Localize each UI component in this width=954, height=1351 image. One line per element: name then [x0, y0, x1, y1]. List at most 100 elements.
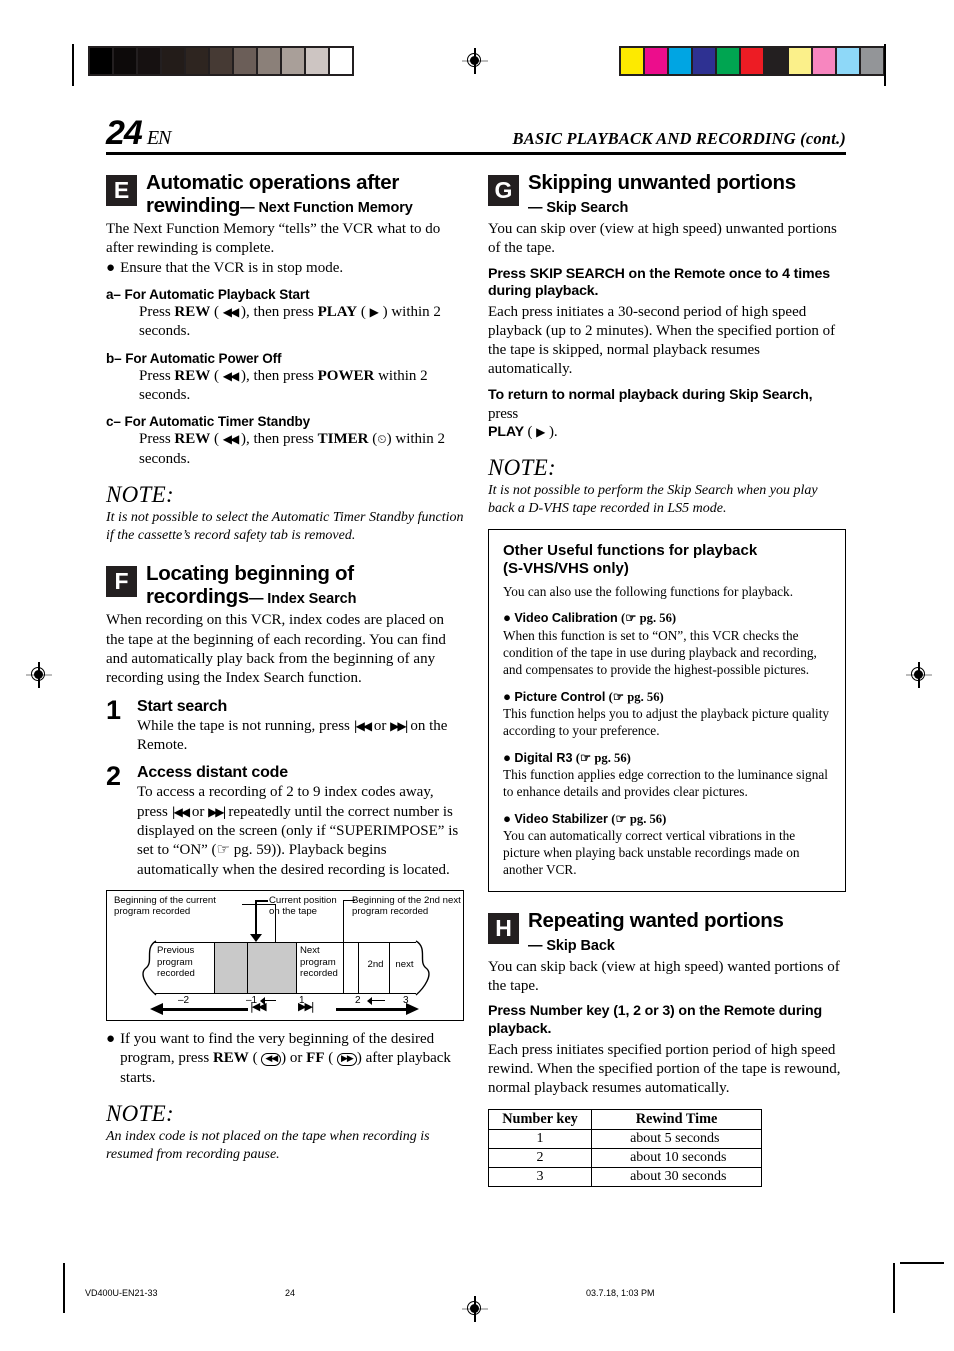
color-patch	[789, 48, 813, 74]
key-rew-c: REW	[174, 431, 211, 448]
framed-item-picture-control: ● Picture Control (☞ pg. 56) This functi…	[503, 688, 832, 740]
gray-patch	[186, 48, 210, 74]
bullet-dot-icon-3: ●	[503, 610, 512, 626]
section-h-body-1: Each press initiates specified portion p…	[488, 1041, 841, 1096]
section-h-title: Repeating wanted portions — Skip Back	[528, 908, 784, 954]
footer-page: 24	[285, 1288, 296, 1298]
ff-key-icon: ▶▶	[336, 1053, 357, 1067]
framed-item-2-name: Digital R3	[514, 750, 573, 765]
skip-fwd-glyph-1: ▶▶|	[390, 718, 408, 733]
item-a-label: a– For Automatic Playback Start	[106, 286, 310, 302]
section-e-bullet: ● Ensure that the VCR is in stop mode.	[106, 259, 464, 278]
section-e-bullet-text: Ensure that the VCR is in stop mode.	[120, 259, 344, 276]
framed-item-3-body: You can automatically correct vertical v…	[503, 827, 800, 878]
framed-item-1-name: Picture Control	[514, 689, 606, 704]
diagram-callout-left: Beginning of the current program recorde…	[114, 895, 216, 917]
gray-patch	[90, 48, 114, 74]
rew-direction-bar	[162, 1008, 248, 1011]
section-h-subtitle: — Skip Back	[528, 937, 615, 954]
section-letter-h: H	[488, 912, 519, 944]
color-patch	[837, 48, 861, 74]
section-h-lead-1: Press Number key (1, 2 or 3) on the Remo…	[488, 1003, 823, 1037]
gray-patch	[282, 48, 306, 74]
item-c-body: Press REW ( ◀◀ ), then press TIMER (⏲) w…	[139, 431, 445, 467]
ff-direction-arrow	[406, 1003, 419, 1016]
framed-item-video-stabilizer: ● Video Stabilizer (☞ pg. 56) You can au…	[503, 810, 832, 879]
section-g-note-body: It is not possible to perform the Skip S…	[488, 482, 818, 517]
col-header-rewind-time: Rewind Time	[591, 1108, 762, 1130]
crop-mark-bottom-right	[893, 1263, 895, 1313]
ff-glyph-label: ▶▶|	[298, 1000, 315, 1014]
step-1-title: Start search	[137, 697, 228, 715]
diagram-canvas: Beginning of the current program recorde…	[114, 895, 461, 1016]
crop-mark-bottom-left	[63, 1263, 65, 1313]
section-g-subtitle: — Skip Search	[528, 199, 629, 216]
section-e-item-a: a– For Automatic Playback Start Press RE…	[106, 287, 464, 342]
framed-item-0-ref: (☞ pg. 56)	[621, 611, 677, 626]
color-patch	[645, 48, 669, 74]
tape-segment-shaded-b	[248, 943, 297, 994]
section-letter-e: E	[106, 175, 137, 206]
framed-item-digital-r3: ● Digital R3 (☞ pg. 56) This function ap…	[503, 749, 832, 801]
grayscale-calibration-strip	[88, 46, 354, 76]
cell-key-3: 3	[487, 1166, 593, 1187]
gray-patch	[210, 48, 234, 74]
footer-timestamp: 03.7.18, 1:03 PM	[586, 1288, 655, 1298]
section-e-note-body: It is not possible to select the Automat…	[106, 510, 464, 544]
section-e-item-c: c– For Automatic Timer Standby Press REW…	[106, 414, 464, 469]
scale-mark-2: 2	[355, 995, 361, 1007]
bullet-dot-icon-2: ●	[106, 1031, 116, 1048]
section-f-note-title: NOTE:	[106, 1101, 174, 1127]
key-play-a: PLAY	[317, 303, 358, 320]
gray-patch	[162, 48, 186, 74]
item-b-label: b– For Automatic Power Off	[106, 350, 282, 366]
color-patch	[621, 48, 645, 74]
section-f-subtitle: — Index Search	[248, 591, 357, 608]
col-header-number-key: Number key	[487, 1108, 593, 1130]
diagram-callout-mid: Current position on the tape	[269, 895, 337, 917]
header-rule	[106, 152, 846, 155]
tape-end-right-icon	[415, 940, 430, 996]
rew-glyph-b: ◀◀	[222, 368, 240, 383]
step-2-title: Access distant code	[137, 764, 288, 782]
step-2-number: 2	[106, 761, 122, 792]
section-g-header: G Skipping unwanted portions — Skip Sear…	[488, 171, 846, 218]
running-head: BASIC PLAYBACK AND RECORDING (cont.)	[512, 129, 846, 148]
section-e-title: Automatic operations after rewinding— Ne…	[146, 171, 413, 217]
play-glyph-a: ▶	[369, 304, 379, 319]
tape-segment-next2: next	[395, 959, 414, 971]
table-header-row: Number key Rewind Time	[487, 1108, 762, 1130]
pointer-minus1-line	[264, 1000, 276, 1002]
gray-patch	[258, 48, 282, 74]
left-column: E Automatic operations after rewinding— …	[106, 171, 464, 1164]
framed-box-intro: You can also use the following functions…	[503, 584, 794, 600]
crop-mark-top-right	[884, 44, 886, 86]
color-patch	[741, 48, 765, 74]
color-patch	[717, 48, 741, 74]
timer-clock-icon: ⏲	[377, 432, 387, 447]
framed-item-3-name: Video Stabilizer	[514, 811, 608, 826]
cell-time-3: about 30 seconds	[591, 1166, 762, 1187]
page-lang-code: EN	[146, 127, 172, 149]
color-patch	[669, 48, 693, 74]
leader-line-mid-h	[255, 900, 268, 902]
tape-segment-previous: Previous program recorded	[154, 943, 215, 994]
step-1-body: While the tape is not running, press |◀◀…	[137, 717, 448, 753]
gray-patch	[330, 48, 352, 74]
footer-doc-code: VD400U-EN21-33	[85, 1288, 158, 1298]
item-a-body: Press REW ( ◀◀ ), then press PLAY ( ▶ ) …	[139, 303, 441, 340]
page-number: 24 EN	[106, 114, 172, 152]
tape-segment-next: Next program recorded	[297, 943, 359, 994]
color-calibration-strip	[619, 46, 885, 76]
section-f-title: Locating beginning of recordings— Index …	[146, 562, 357, 609]
item-c-label: c– For Automatic Timer Standby	[106, 414, 311, 430]
page-header: 24 EN BASIC PLAYBACK AND RECORDING (cont.…	[106, 116, 846, 155]
rew-key-icon: ◀◀	[261, 1053, 282, 1067]
registration-mark-right	[906, 662, 932, 688]
bullet-dot-icon-4: ●	[503, 688, 512, 704]
registration-mark-left	[26, 662, 52, 688]
section-f-bullet: ● If you want to find the very beginning…	[106, 1030, 464, 1088]
pointer-2-arrow	[367, 997, 372, 1006]
tape-end-left-icon	[142, 940, 157, 996]
section-g-title: Skipping unwanted portions — Skip Search	[528, 171, 796, 216]
